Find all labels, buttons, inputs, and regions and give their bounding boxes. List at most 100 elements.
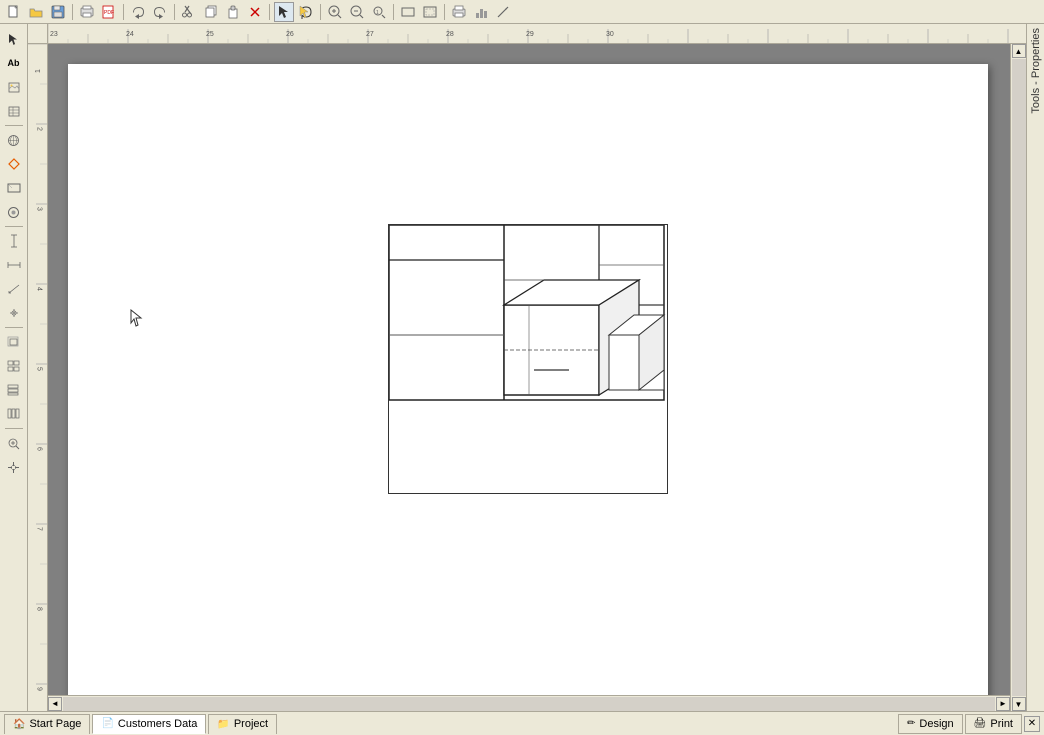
main-area: Ab: [0, 24, 1044, 711]
left-vdim-button[interactable]: [3, 230, 25, 252]
svg-text:30: 30: [606, 31, 614, 38]
open-button[interactable]: [26, 2, 46, 22]
left-g2-button[interactable]: [3, 355, 25, 377]
sep5: [320, 4, 321, 20]
redo-button[interactable]: [150, 2, 170, 22]
svg-text:23: 23: [50, 31, 58, 38]
vertical-scrollbar[interactable]: ▲ ▼: [1010, 44, 1026, 711]
start-page-icon: 🏠: [13, 719, 25, 730]
sep2: [123, 4, 124, 20]
arrow-button[interactable]: [493, 2, 513, 22]
copy-button[interactable]: [201, 2, 221, 22]
zoom-fit-button[interactable]: 1: [369, 2, 389, 22]
canvas-area: // This will be rendered as text in SVG …: [28, 24, 1026, 711]
cursor-arrow: [130, 309, 142, 325]
zoom-out-button[interactable]: [347, 2, 367, 22]
tab-start-page[interactable]: 🏠 Start Page: [4, 714, 90, 734]
save-button[interactable]: [48, 2, 68, 22]
left-hdim-button[interactable]: [3, 254, 25, 276]
svg-text:PDF: PDF: [104, 10, 114, 16]
left-angdim-button[interactable]: [3, 278, 25, 300]
left-link-button[interactable]: [3, 129, 25, 151]
zoom-in-button[interactable]: [325, 2, 345, 22]
project-icon: 📁: [217, 719, 229, 730]
print2-button[interactable]: [449, 2, 469, 22]
tab-project[interactable]: 📁 Project: [208, 714, 277, 734]
left-shape3-button[interactable]: [3, 201, 25, 223]
start-page-label: Start Page: [29, 718, 81, 730]
svg-text:28: 28: [446, 31, 454, 38]
new-button[interactable]: [4, 2, 24, 22]
sep6: [393, 4, 394, 20]
paste-button[interactable]: [223, 2, 243, 22]
left-sep2: [5, 226, 23, 227]
rect2-button[interactable]: [420, 2, 440, 22]
customers-data-icon: 📄: [101, 718, 113, 729]
svg-text:29: 29: [526, 31, 534, 38]
design-button[interactable]: ✏ Design: [898, 714, 963, 734]
bar-button[interactable]: [471, 2, 491, 22]
right-properties-panel: Tools - Properties: [1026, 24, 1044, 711]
left-shape2-button[interactable]: [3, 177, 25, 199]
left-table-button[interactable]: [3, 100, 25, 122]
delete-button[interactable]: [245, 2, 265, 22]
undo-button[interactable]: [128, 2, 148, 22]
left-g1-button[interactable]: [3, 331, 25, 353]
sep7: [444, 4, 445, 20]
design-label: Design: [919, 718, 953, 730]
svg-text:5: 5: [36, 367, 43, 371]
svg-text:1: 1: [35, 69, 42, 73]
svg-text:9: 9: [36, 687, 43, 691]
left-text-button[interactable]: Ab: [3, 52, 25, 74]
left-sep3: [5, 327, 23, 328]
left-zoom-button[interactable]: [3, 432, 25, 454]
sep3: [174, 4, 175, 20]
svg-text:7: 7: [36, 527, 43, 531]
left-pan-button[interactable]: [3, 456, 25, 478]
sep1: [72, 4, 73, 20]
horizontal-ruler: // This will be rendered as text in SVG …: [48, 24, 1026, 44]
drawing-canvas[interactable]: ▲ ▼ ◄ ►: [48, 44, 1026, 711]
project-label: Project: [234, 718, 268, 730]
svg-text:25: 25: [206, 31, 214, 38]
main-toolbar: PDF 1: [0, 0, 1044, 24]
svg-text:6: 6: [36, 447, 43, 451]
svg-text:26: 26: [286, 31, 294, 38]
left-snap-button[interactable]: [3, 302, 25, 324]
pointer-button[interactable]: [274, 2, 294, 22]
properties-label[interactable]: Tools - Properties: [1028, 24, 1044, 118]
print-setup-button[interactable]: [77, 2, 97, 22]
canvas-row: 1 2 3 4 5 6: [28, 44, 1026, 711]
ruler-corner: [28, 24, 48, 44]
design-icon: ✏: [907, 718, 915, 729]
svg-text:4: 4: [36, 287, 43, 291]
svg-text:8: 8: [36, 607, 43, 611]
customers-data-label: Customers Data: [118, 718, 197, 730]
close-button[interactable]: ✕: [1024, 716, 1040, 732]
left-sep1: [5, 125, 23, 126]
lasso-button[interactable]: [296, 2, 316, 22]
left-shape1-button[interactable]: [3, 153, 25, 175]
sep4: [269, 4, 270, 20]
print-label: Print: [990, 718, 1013, 730]
paper: [68, 64, 988, 711]
tab-customers-data[interactable]: 📄 Customers Data: [92, 714, 206, 734]
left-g4-button[interactable]: [3, 403, 25, 425]
svg-text:3: 3: [36, 207, 43, 211]
print-tab-button[interactable]: 🖨 Print: [965, 714, 1022, 734]
left-select-button[interactable]: [3, 28, 25, 50]
left-g3-button[interactable]: [3, 379, 25, 401]
pdf-button[interactable]: PDF: [99, 2, 119, 22]
left-image-button[interactable]: [3, 76, 25, 98]
print-icon: 🖨: [974, 718, 987, 729]
left-toolbar: Ab: [0, 24, 28, 711]
rect-button[interactable]: [398, 2, 418, 22]
vertical-ruler: 1 2 3 4 5 6: [28, 44, 48, 711]
cut-button[interactable]: [179, 2, 199, 22]
ruler-row: // This will be rendered as text in SVG …: [28, 24, 1026, 44]
left-sep4: [5, 428, 23, 429]
svg-text:27: 27: [366, 31, 374, 38]
svg-text:24: 24: [126, 31, 134, 38]
horizontal-scrollbar[interactable]: ◄ ►: [48, 695, 1010, 711]
status-bar: 🏠 Start Page 📄 Customers Data 📁 Project …: [0, 711, 1044, 735]
